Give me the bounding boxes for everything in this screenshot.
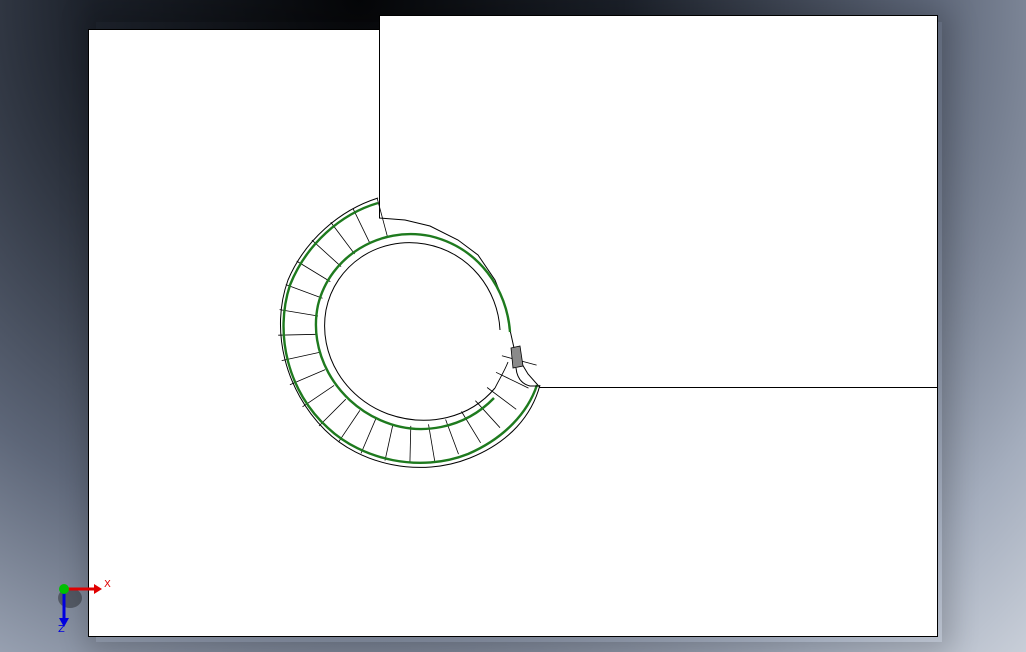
model-view[interactable]: X Z xyxy=(0,0,1026,652)
z-axis-label: Z xyxy=(58,624,65,635)
x-axis-label: X xyxy=(104,579,111,590)
graphics-viewport[interactable]: X Z xyxy=(0,0,1026,652)
y-axis-dot xyxy=(59,584,69,594)
